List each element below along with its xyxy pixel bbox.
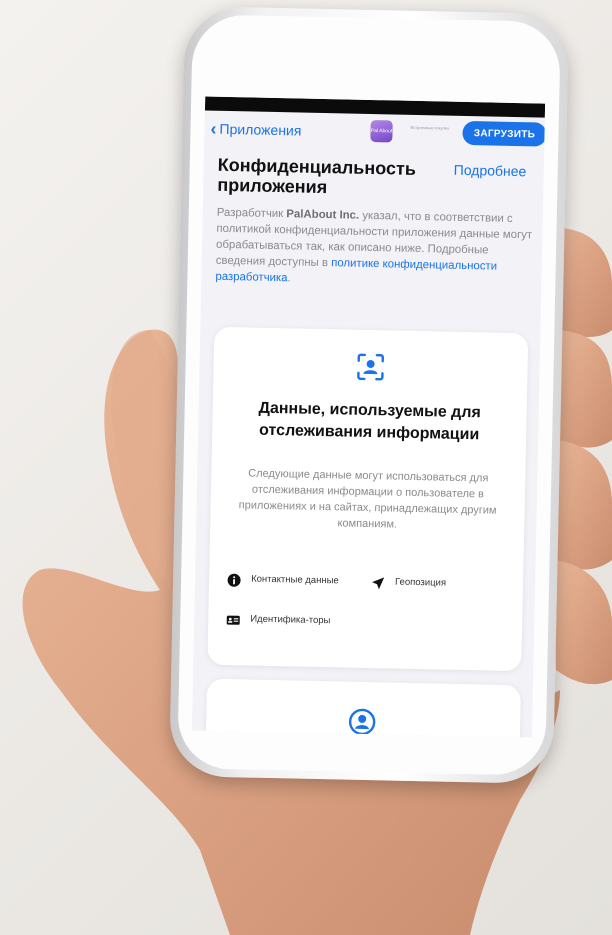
- data-item-location: Геопозиция: [371, 576, 501, 593]
- location-arrow-icon: [372, 577, 385, 590]
- id-card-icon: [226, 615, 240, 625]
- app-icon: Pal About: [370, 119, 393, 143]
- privacy-description: Разработчик PalAbout Inc. указал, что в …: [215, 206, 533, 285]
- phone-frame: ‹ Приложения Pal About Встроенные покупк…: [168, 6, 570, 784]
- data-item-contacts: Контактные данные: [227, 573, 347, 590]
- more-link[interactable]: Подробнее: [454, 162, 527, 180]
- chevron-left-icon: ‹: [210, 118, 217, 139]
- info-circle-icon: [227, 573, 241, 587]
- back-button[interactable]: ‹ Приложения: [210, 118, 302, 139]
- phone-bezel: ‹ Приложения Pal About Встроенные покупк…: [177, 14, 561, 776]
- person-circle-icon: [348, 708, 376, 736]
- developer-name: PalAbout Inc.: [286, 208, 360, 222]
- tracking-card-title: Данные, используемые для отслеживания ин…: [258, 399, 481, 444]
- page-title: Конфиденциальность приложения: [217, 154, 417, 198]
- back-label: Приложения: [219, 120, 302, 139]
- navigation-bar: ‹ Приложения Pal About Встроенные покупк…: [204, 112, 546, 152]
- data-item-label: Геопозиция: [394, 576, 447, 589]
- tracking-card-text: Следующие данные могут использоваться дл…: [238, 467, 497, 531]
- tracking-data-card: Данные, используемые для отслеживания ин…: [207, 326, 529, 672]
- data-item-identifiers: Идентифика-торы: [226, 613, 346, 630]
- get-button[interactable]: ЗАГРУЗИТЬ: [462, 120, 546, 147]
- data-item-label: Контактные данные: [251, 573, 339, 587]
- person-viewfinder-icon: [357, 353, 384, 381]
- data-item-label: Идентифика-торы: [250, 613, 331, 627]
- in-app-purchases-note: Встроенные покупки: [410, 124, 449, 131]
- app-screen: ‹ Приложения Pal About Встроенные покупк…: [191, 96, 546, 738]
- linked-data-card: [205, 678, 521, 738]
